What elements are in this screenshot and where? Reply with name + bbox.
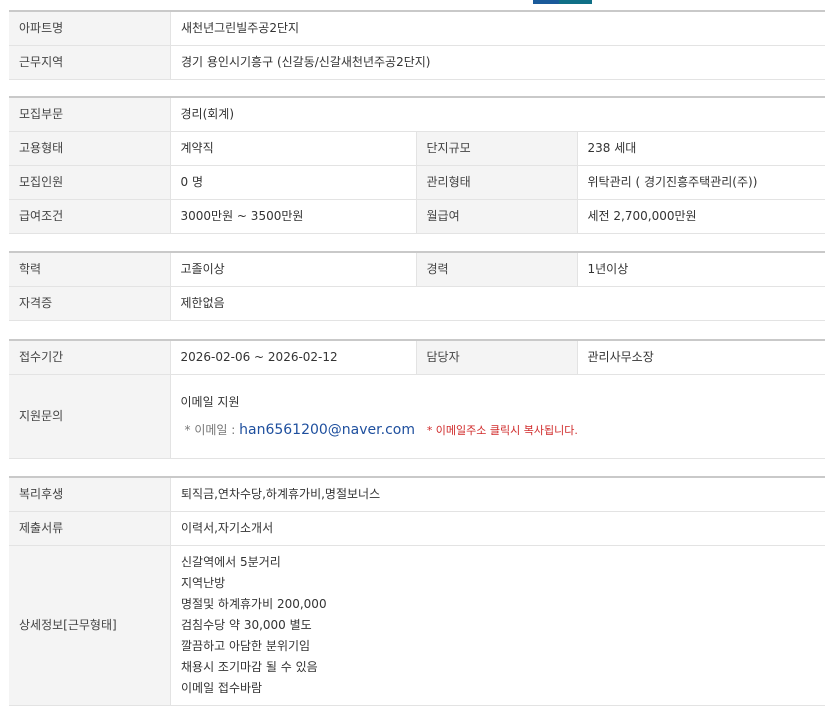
- benefits-table: 복리후생 퇴직금,연차수당,하계휴가비,명절보너스 제출서류 이력서,자기소개서…: [9, 476, 825, 706]
- application-table: 접수기간 2026-02-06 ~ 2026-02-12 담당자 관리사무소장 …: [9, 339, 825, 459]
- table-row: 학력 고졸이상 경력 1년이상: [9, 251, 825, 287]
- education-value: 고졸이상: [170, 251, 416, 287]
- management-type-label: 관리형태: [415, 165, 578, 200]
- detail-info-label: 상세정보[근무형태]: [9, 545, 171, 706]
- benefits-value: 퇴직금,연차수당,하계휴가비,명절보너스: [170, 476, 825, 512]
- application-period-value: 2026-02-06 ~ 2026-02-12: [170, 339, 416, 375]
- detail-line: 채용시 조기마감 될 수 있음: [181, 659, 318, 674]
- table-row: 복리후생 퇴직금,연차수당,하계휴가비,명절보너스: [9, 476, 825, 512]
- complex-size-value: 238 세대: [577, 131, 826, 166]
- documents-value: 이력서,자기소개서: [170, 511, 825, 546]
- detail-line: 명절및 하계휴가비 200,000: [181, 596, 327, 611]
- detail-line: 지역난방: [181, 575, 226, 590]
- work-area-value: 경기 용인시기흥구 (신갈동/신갈새천년주공2단지): [170, 45, 825, 80]
- detail-line: 깔끔하고 아담한 분위기임: [181, 638, 311, 653]
- qualification-table: 학력 고졸이상 경력 1년이상 자격증 제한없음: [9, 251, 825, 321]
- recruitment-info-table: 모집부문 경리(회계) 고용형태 계약직 단지규모 238 세대 모집인원 0 …: [9, 96, 826, 234]
- table-row: 자격증 제한없음: [9, 286, 825, 321]
- email-link[interactable]: han6561200@naver.com: [239, 422, 415, 438]
- license-label: 자격증: [9, 286, 171, 321]
- apartment-info-table: 아파트명 새천년그린빌주공2단지 근무지역 경기 용인시기흥구 (신갈동/신갈새…: [9, 10, 825, 80]
- headcount-label: 모집인원: [9, 165, 171, 200]
- email-line: * 이메일 : han6561200@naver.com * 이메일주소 클릭시…: [181, 421, 816, 440]
- table-row: 접수기간 2026-02-06 ~ 2026-02-12 담당자 관리사무소장: [9, 339, 825, 375]
- table-row: 모집부문 경리(회계): [9, 96, 826, 132]
- inquiry-label: 지원문의: [9, 374, 171, 459]
- salary-condition-value: 3000만원 ~ 3500만원: [170, 199, 416, 234]
- table-row: 모집인원 0 명 관리형태 위탁관리 ( 경기진흥주택관리(주)): [9, 165, 826, 200]
- recruit-field-label: 모집부문: [9, 96, 171, 132]
- detail-info-cell: 신갈역에서 5분거리 지역난방 명절및 하계휴가비 200,000 검침수당 약…: [170, 545, 825, 706]
- management-type-value: 위탁관리 ( 경기진흥주택관리(주)): [577, 165, 826, 200]
- detail-line: 신갈역에서 5분거리: [181, 554, 281, 569]
- headcount-value: 0 명: [170, 165, 416, 200]
- contact-person-label: 담당자: [415, 339, 578, 375]
- table-row: 급여조건 3000만원 ~ 3500만원 월급여 세전 2,700,000만원: [9, 199, 826, 234]
- table-row: 상세정보[근무형태] 신갈역에서 5분거리 지역난방 명절및 하계휴가비 200…: [9, 545, 825, 706]
- email-label: * 이메일 :: [184, 422, 236, 437]
- apartment-name-label: 아파트명: [9, 10, 171, 46]
- inquiry-method: 이메일 지원: [180, 394, 240, 409]
- monthly-salary-label: 월급여: [415, 199, 578, 234]
- experience-value: 1년이상: [577, 251, 825, 287]
- detail-line: 이메일 접수바람: [181, 680, 263, 695]
- detail-line: 검침수당 약 30,000 별도: [181, 617, 312, 632]
- table-row: 고용형태 계약직 단지규모 238 세대: [9, 131, 826, 166]
- salary-condition-label: 급여조건: [9, 199, 171, 234]
- employment-type-value: 계약직: [170, 131, 416, 166]
- benefits-label: 복리후생: [9, 476, 171, 512]
- inquiry-cell: 이메일 지원 * 이메일 : han6561200@naver.com * 이메…: [170, 374, 825, 459]
- application-period-label: 접수기간: [9, 339, 171, 375]
- experience-label: 경력: [415, 251, 578, 287]
- work-area-label: 근무지역: [9, 45, 171, 80]
- table-row: 지원문의 이메일 지원 * 이메일 : han6561200@naver.com…: [9, 374, 825, 459]
- table-row: 아파트명 새천년그린빌주공2단지: [9, 10, 825, 46]
- table-row: 제출서류 이력서,자기소개서: [9, 511, 825, 546]
- active-tab-indicator-left: [533, 0, 559, 4]
- documents-label: 제출서류: [9, 511, 171, 546]
- email-copy-note: * 이메일주소 클릭시 복사됩니다.: [426, 423, 578, 437]
- contact-person-value: 관리사무소장: [577, 339, 825, 375]
- table-row: 근무지역 경기 용인시기흥구 (신갈동/신갈새천년주공2단지): [9, 45, 825, 80]
- apartment-name-value: 새천년그린빌주공2단지: [170, 10, 825, 46]
- complex-size-label: 단지규모: [415, 131, 578, 166]
- license-value: 제한없음: [170, 286, 825, 321]
- employment-type-label: 고용형태: [9, 131, 171, 166]
- education-label: 학력: [9, 251, 171, 287]
- recruit-field-value: 경리(회계): [170, 96, 826, 132]
- monthly-salary-value: 세전 2,700,000만원: [577, 199, 826, 234]
